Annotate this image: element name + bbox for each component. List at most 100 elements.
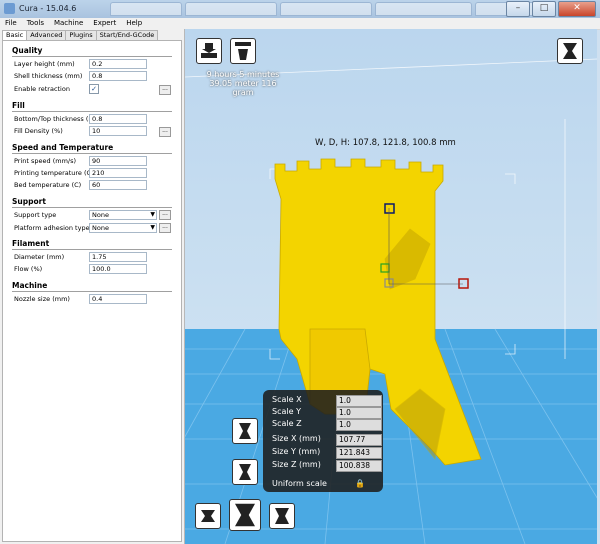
flow-label: Flow (%) (14, 265, 43, 273)
print-speed-input[interactable]: 90 (89, 156, 147, 166)
flow-input[interactable]: 100.0 (89, 264, 147, 274)
section-fill-title: Fill (12, 101, 25, 110)
divider (12, 111, 172, 112)
nozzle-size-label: Nozzle size (mm) (14, 295, 70, 303)
support-type-label: Support type (14, 211, 57, 219)
print-estimate: 9 hours 5 minutes 39.05 meter 116 gram (203, 70, 283, 97)
load-model-icon (201, 43, 217, 58)
window-title: Cura - 15.04.6 (19, 4, 77, 13)
bed-temperature-label: Bed temperature (C) (14, 181, 82, 189)
scale-x-label: Scale X (272, 395, 302, 404)
adhesion-type-value: None (92, 224, 109, 232)
section-speed-title: Speed and Temperature (12, 143, 114, 152)
lay-flat-icon (239, 423, 251, 439)
shell-thickness-input[interactable]: 0.8 (89, 71, 147, 81)
print-temperature-input[interactable]: 210 (89, 168, 147, 178)
retraction-label: Enable retraction (14, 85, 70, 93)
divider (12, 153, 172, 154)
bed-temperature-input[interactable]: 60 (89, 180, 147, 190)
lock-icon[interactable]: 🔒 (355, 479, 365, 488)
reset-rotation-button[interactable] (232, 459, 258, 485)
background-window-tab[interactable] (280, 2, 372, 16)
scale-z-label: Scale Z (272, 419, 302, 428)
retraction-checkbox[interactable]: ✓ (89, 84, 99, 94)
divider (12, 291, 172, 292)
layer-height-label: Layer height (mm) (14, 60, 75, 68)
tab-basic[interactable]: Basic (2, 30, 28, 40)
mirror-icon (275, 508, 289, 524)
maximize-button[interactable]: □ (532, 1, 556, 17)
print-speed-label: Print speed (mm/s) (14, 157, 77, 165)
app-icon (4, 3, 15, 14)
adhesion-type-label: Platform adhesion type (14, 224, 90, 232)
settings-form: Quality Layer height (mm) 0.2 Shell thic… (2, 40, 182, 542)
fill-density-input[interactable]: 10 (89, 126, 147, 136)
scale-tool-button[interactable] (229, 499, 261, 531)
view-mode-button[interactable] (557, 38, 583, 64)
background-window-tab[interactable] (185, 2, 277, 16)
section-support-title: Support (12, 197, 46, 206)
print-temperature-label: Printing temperature (C) (14, 169, 94, 177)
support-type-select[interactable]: None ▼ (89, 210, 157, 220)
lay-flat-button[interactable] (232, 418, 258, 444)
background-window-tab[interactable] (110, 2, 182, 16)
size-z-input[interactable]: 100.838 (336, 460, 382, 472)
fill-more-button[interactable]: ... (159, 127, 171, 137)
minimize-button[interactable]: – (506, 1, 530, 17)
menu-file[interactable]: File (0, 18, 22, 29)
divider (12, 249, 172, 250)
retraction-more-button[interactable]: ... (159, 85, 171, 95)
section-machine-title: Machine (12, 281, 48, 290)
layer-height-input[interactable]: 0.2 (89, 59, 147, 69)
support-more-button[interactable]: ... (159, 210, 171, 220)
model-dimensions: W, D, H: 107.8, 121.8, 100.8 mm (315, 138, 456, 148)
adhesion-type-select[interactable]: None ▼ (89, 223, 157, 233)
shell-thickness-label: Shell thickness (mm) (14, 72, 83, 80)
tab-plugins[interactable]: Plugins (65, 30, 97, 40)
scale-y-label: Scale Y (272, 407, 301, 416)
fill-density-label: Fill Density (%) (14, 127, 63, 135)
settings-tabs: Basic Advanced Plugins Start/End-GCode (2, 30, 159, 40)
mirror-tool-button[interactable] (269, 503, 295, 529)
rotate-icon (201, 510, 215, 522)
3d-viewport[interactable]: 9 hours 5 minutes 39.05 meter 116 gram W… (185, 29, 597, 544)
divider (12, 207, 172, 208)
size-y-input[interactable]: 121.843 (336, 447, 382, 459)
scale-icon (235, 503, 255, 527)
menu-tools[interactable]: Tools (22, 18, 49, 29)
close-button[interactable]: ✕ (558, 1, 596, 17)
tab-advanced[interactable]: Advanced (26, 30, 67, 40)
size-y-label: Size Y (mm) (272, 447, 321, 456)
load-model-button[interactable] (196, 38, 222, 64)
scale-x-input[interactable]: 1.0 (336, 395, 382, 407)
menu-help[interactable]: Help (121, 18, 147, 29)
reset-rotation-icon (239, 464, 251, 480)
diameter-input[interactable]: 1.75 (89, 252, 147, 262)
title-bar: Cura - 15.04.6 – □ ✕ (0, 0, 600, 19)
menu-machine[interactable]: Machine (49, 18, 88, 29)
chevron-down-icon: ▼ (150, 211, 155, 218)
settings-panel: Basic Advanced Plugins Start/End-GCode Q… (0, 29, 185, 544)
print-material: 39.05 meter 116 gram (209, 79, 277, 97)
divider (12, 56, 172, 57)
adhesion-more-button[interactable]: ... (159, 223, 171, 233)
scale-y-input[interactable]: 1.0 (336, 407, 382, 419)
uniform-scale-label: Uniform scale (272, 479, 327, 488)
size-x-input[interactable]: 107.77 (336, 434, 382, 446)
save-toolpath-button[interactable] (230, 38, 256, 64)
size-z-label: Size Z (mm) (272, 460, 321, 469)
rotate-tool-button[interactable] (195, 503, 221, 529)
selection-marker (458, 278, 469, 289)
bottom-top-thickness-input[interactable]: 0.8 (89, 114, 147, 124)
menu-expert[interactable]: Expert (88, 18, 121, 29)
background-window-tab[interactable] (375, 2, 472, 16)
section-filament-title: Filament (12, 239, 50, 248)
view-mode-icon (563, 43, 577, 59)
print-time: 9 hours 5 minutes (206, 70, 280, 79)
nozzle-size-input[interactable]: 0.4 (89, 294, 147, 304)
support-type-value: None (92, 211, 109, 219)
scale-panel: Scale X 1.0 Scale Y 1.0 Scale Z 1.0 Size… (263, 390, 383, 492)
tab-start-end-gcode[interactable]: Start/End-GCode (95, 30, 159, 40)
section-quality-title: Quality (12, 46, 43, 55)
scale-z-input[interactable]: 1.0 (336, 419, 382, 431)
